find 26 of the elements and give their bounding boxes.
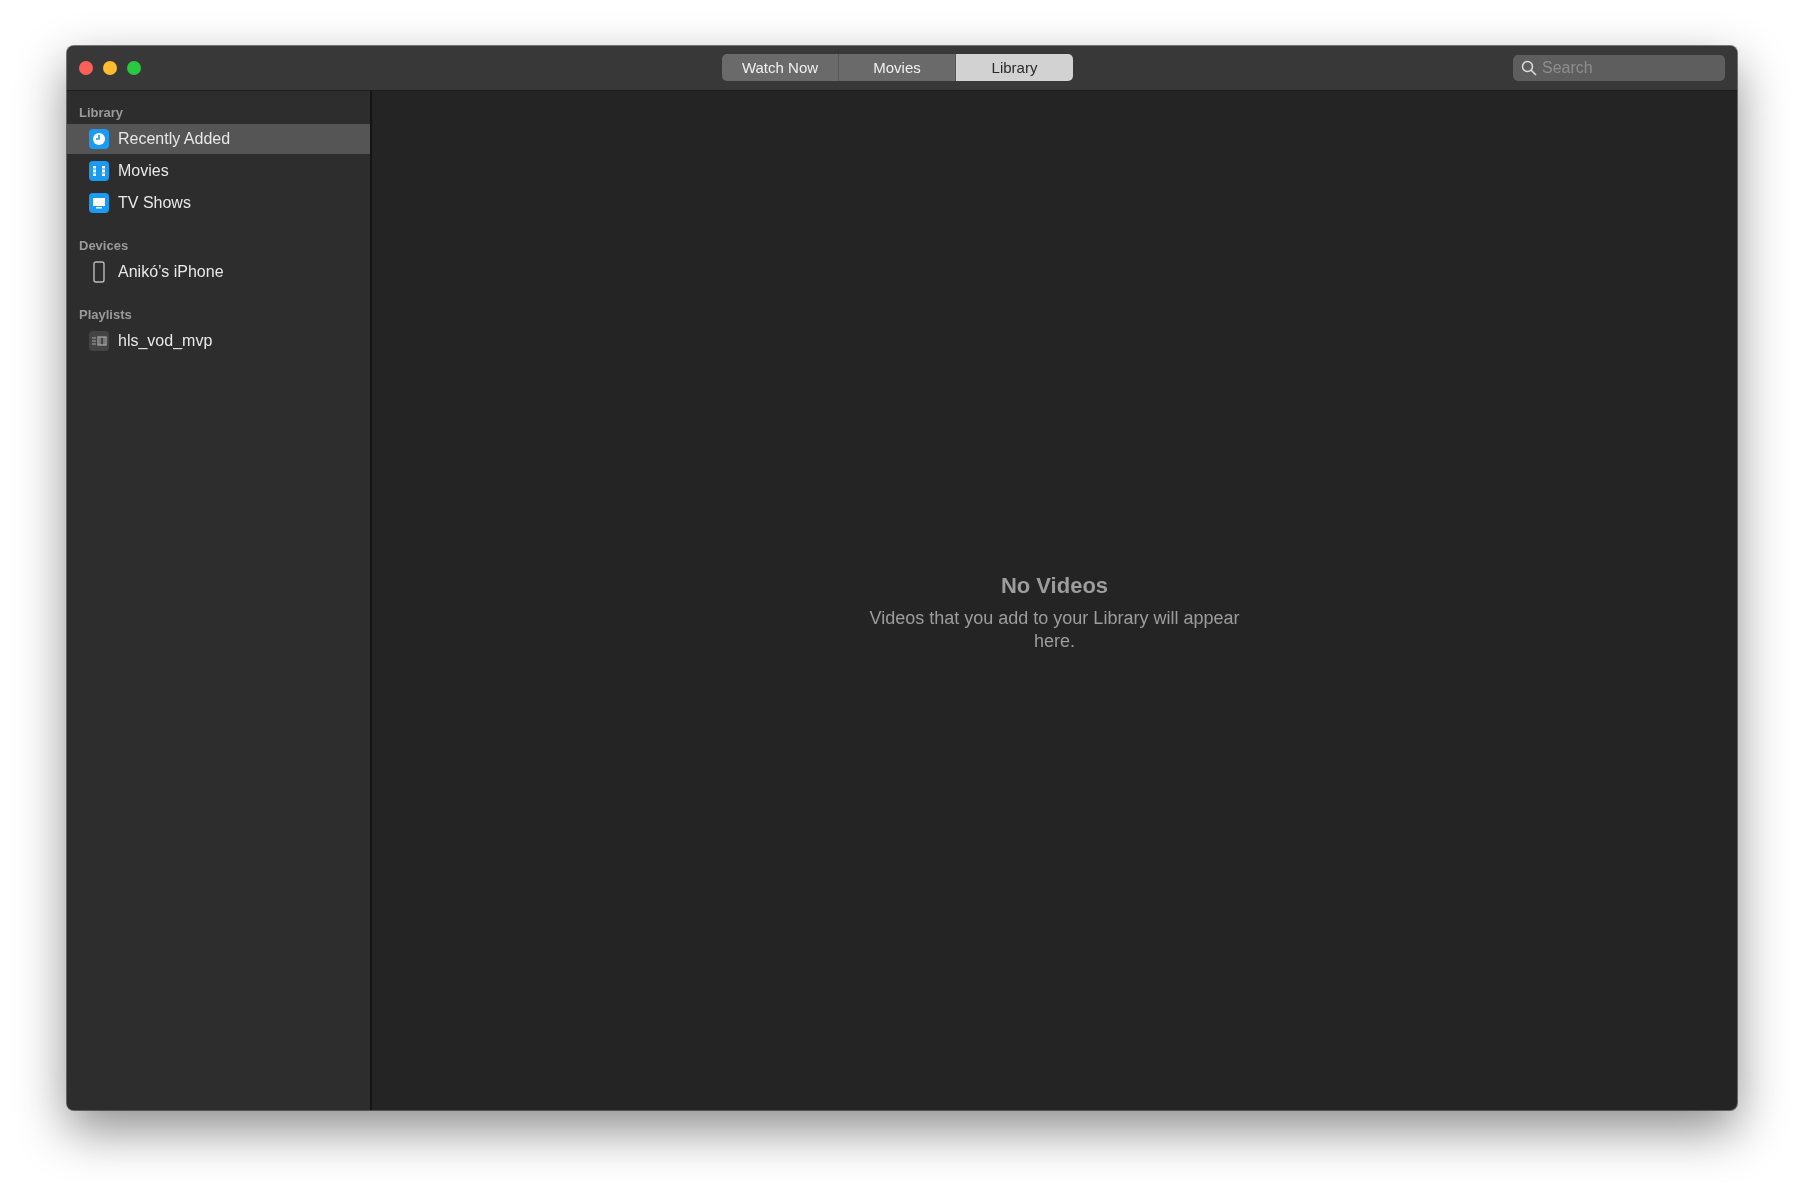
sidebar-item[interactable]: Anikó’s iPhone	[67, 257, 370, 287]
sidebar-item[interactable]: TV Shows	[67, 188, 370, 218]
close-window-button[interactable]	[79, 61, 93, 75]
zoom-window-button[interactable]	[127, 61, 141, 75]
tab[interactable]: Watch Now	[722, 54, 839, 81]
film-icon	[89, 161, 109, 181]
sidebar-item-label: hls_vod_mvp	[118, 332, 213, 350]
playlist-icon	[89, 331, 109, 351]
sidebar-item-label: TV Shows	[118, 194, 191, 212]
minimize-window-button[interactable]	[103, 61, 117, 75]
tv-icon	[89, 193, 109, 213]
sidebar-item[interactable]: Recently Added	[67, 124, 370, 154]
sidebar-item-label: Recently Added	[118, 130, 231, 148]
section-header: Devices	[78, 237, 130, 255]
section-header: Library	[78, 104, 125, 122]
clock-icon	[89, 129, 109, 149]
tab[interactable]: Movies	[839, 54, 956, 81]
section-header: Playlists	[78, 306, 133, 324]
tab[interactable]: Library	[956, 54, 1073, 81]
sidebar-item-label: Movies	[118, 162, 169, 180]
empty-state-title: No Videos	[1000, 572, 1109, 599]
sidebar-item[interactable]: hls_vod_mvp	[67, 326, 370, 356]
search-icon	[1521, 60, 1537, 76]
empty-state-message: Videos that you add to your Library will appear here.	[868, 606, 1241, 653]
sidebar-item[interactable]: Movies	[67, 156, 370, 186]
sidebar-item-label: Anikó’s iPhone	[118, 263, 224, 281]
